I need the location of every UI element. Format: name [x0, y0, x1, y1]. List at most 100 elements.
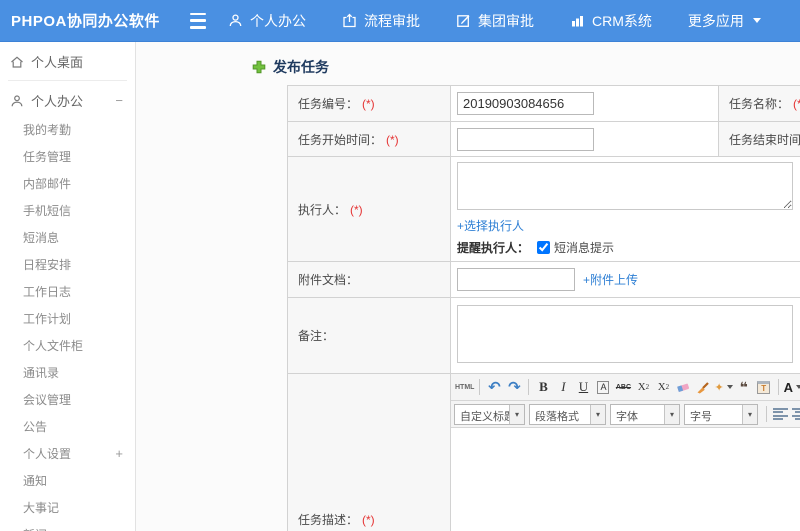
bold-button[interactable]: B	[533, 377, 553, 398]
nav-flow-approval[interactable]: 流程审批	[342, 11, 420, 31]
home-icon	[10, 55, 24, 69]
executor-input-cell: +选择执行人 提醒执行人： 短消息提示	[450, 156, 800, 262]
sidebar-item-task-management[interactable]: 任务管理	[0, 143, 135, 170]
sidebar-item-label: 工作日志	[23, 285, 72, 299]
sidebar-item-label: 会议管理	[23, 393, 72, 407]
task-name-label: 任务名称：	[729, 97, 790, 111]
caret-down-icon: ▾	[590, 404, 605, 424]
underline-button[interactable]: U	[573, 377, 593, 398]
sidebar-item-label: 新闻	[23, 526, 123, 531]
sidebar-item-personal-desktop[interactable]: 个人桌面	[0, 46, 135, 77]
font-color-button[interactable]: A	[783, 377, 800, 398]
nav-personal-office[interactable]: 个人办公	[228, 11, 306, 31]
sidebar: 个人桌面 个人办公 − 我的考勤 任务管理 内部邮件 手机短信 短消息 日程安排…	[0, 42, 136, 531]
sms-remind-checkbox[interactable]	[537, 241, 551, 254]
blockquote-button[interactable]: ❝	[734, 377, 754, 398]
remark-label: 备注：	[298, 329, 335, 343]
font-size-select[interactable]: 字号 ▾	[684, 403, 758, 425]
paragraph-format-select[interactable]: 段落格式 ▾	[529, 403, 606, 425]
executor-textarea[interactable]	[457, 162, 793, 210]
editor-content-area[interactable]	[451, 428, 800, 531]
attachment-input[interactable]	[457, 268, 575, 291]
sidebar-item-internal-mail[interactable]: 内部邮件	[0, 170, 135, 197]
sidebar-item-label: 短消息	[23, 231, 60, 245]
publish-task-form: 任务编号：(*) 任务名称：(*) 任务开始时间：(*)	[287, 85, 800, 531]
attachment-upload-link[interactable]: +附件上传	[583, 271, 638, 288]
clean-format-brush-icon[interactable]	[693, 377, 713, 398]
sidebar-item-announcement[interactable]: 公告	[0, 413, 135, 440]
sidebar-item-schedule[interactable]: 日程安排	[0, 251, 135, 278]
nav-more-apps[interactable]: 更多应用	[688, 11, 761, 31]
toolbar-separator	[528, 379, 530, 395]
sidebar-item-mobile-sms[interactable]: 手机短信	[0, 197, 135, 224]
sidebar-item-label: 手机短信	[23, 204, 72, 218]
collapse-icon[interactable]: −	[115, 93, 123, 108]
strikethrough-button[interactable]: ABC	[613, 377, 633, 398]
page-title: 发布任务	[252, 57, 329, 77]
content-area: 发布任务 任务编号：(*) 任务名称：(*)	[136, 42, 800, 531]
sidebar-item-personal-files[interactable]: 个人文件柜	[0, 332, 135, 359]
toolbar-separator	[479, 379, 481, 395]
sidebar-item-short-message[interactable]: 短消息	[0, 224, 135, 251]
top-navigation: 个人办公 流程审批 集团审批 CRM系统 更多应用	[228, 11, 761, 31]
auto-format-wand-icon[interactable]: ✦	[713, 377, 733, 398]
superscript-button[interactable]: X2	[633, 377, 653, 398]
paste-as-text-icon[interactable]: T	[754, 377, 774, 398]
description-label-cell: 任务描述： (*)	[287, 373, 451, 531]
remark-label-cell: 备注：	[287, 297, 451, 374]
redo-icon[interactable]: ↷	[504, 377, 524, 398]
sidebar-item-personal-office[interactable]: 个人办公 −	[0, 85, 135, 116]
sidebar-item-label: 个人办公	[31, 94, 84, 109]
sidebar-item-work-plan[interactable]: 工作计划	[0, 305, 135, 332]
nav-label: 个人办公	[250, 12, 306, 29]
description-label: 任务描述：	[298, 512, 359, 527]
boxed-a-icon: A	[597, 380, 610, 394]
task-name-label-cell: 任务名称：(*)	[718, 85, 800, 122]
sidebar-item-work-log[interactable]: 工作日志	[0, 278, 135, 305]
sidebar-item-big-events[interactable]: 大事记	[0, 494, 135, 521]
nav-label: 流程审批	[364, 12, 420, 29]
custom-title-select[interactable]: 自定义标题▾	[454, 403, 525, 425]
editor-toolbar-row1: HTML ↶ ↷ B I U A ABC X2 X 2 ✦ ❝ T A	[451, 374, 800, 401]
remark-textarea[interactable]	[457, 305, 793, 363]
html-source-button[interactable]: HTML	[454, 377, 475, 398]
align-center-icon[interactable]	[792, 408, 800, 420]
form-row-executor: 执行人： (*) +选择执行人 提醒执行人： 短消息提示	[287, 156, 800, 262]
font-family-select[interactable]: 字体 ▾	[610, 403, 680, 425]
nav-group-approval[interactable]: 集团审批	[456, 11, 534, 31]
sidebar-item-label: 个人文件柜	[23, 339, 84, 353]
eraser-icon[interactable]	[673, 377, 693, 398]
start-time-input[interactable]	[457, 127, 594, 151]
task-number-input-cell	[450, 85, 719, 122]
start-time-input-cell	[450, 121, 719, 157]
choose-executor-link[interactable]: +选择执行人	[457, 217, 524, 234]
remind-executor-label: 提醒执行人：	[457, 241, 530, 255]
sidebar-item-notice[interactable]: 通知	[0, 467, 135, 494]
expand-icon[interactable]: +	[115, 446, 123, 461]
sidebar-item-personal-settings[interactable]: 个人设置 +	[0, 440, 135, 467]
required-mark: (*)	[350, 202, 363, 217]
caret-down-icon	[726, 385, 733, 389]
menu-toggle-icon[interactable]	[190, 12, 210, 29]
char-border-button[interactable]: A	[593, 377, 613, 398]
form-row-time: 任务开始时间：(*) 任务结束时间：(*)	[287, 121, 800, 157]
topbar: PHPOA协同办公软件 个人办公 流程审批 集团审批 CRM系统 更多应用	[0, 0, 800, 42]
end-time-label-cell: 任务结束时间：(*)	[718, 121, 800, 157]
undo-icon[interactable]: ↶	[484, 377, 504, 398]
align-left-icon[interactable]	[773, 408, 788, 420]
task-number-input[interactable]	[457, 92, 594, 115]
nav-label: 集团审批	[478, 12, 534, 29]
sidebar-item-label: 工作计划	[23, 312, 72, 326]
end-time-label: 任务结束时间：	[729, 132, 800, 147]
italic-button[interactable]: I	[553, 377, 573, 398]
subscript-button[interactable]: X2	[653, 377, 673, 398]
nav-label: CRM系统	[592, 12, 652, 29]
sidebar-item-contacts[interactable]: 通讯录	[0, 359, 135, 386]
sidebar-item-news[interactable]: 新闻	[0, 521, 135, 531]
sidebar-item-meeting-management[interactable]: 会议管理	[0, 386, 135, 413]
sidebar-divider	[8, 80, 127, 81]
required-mark: (*)	[362, 512, 375, 527]
sidebar-item-my-attendance[interactable]: 我的考勤	[0, 116, 135, 143]
nav-crm-system[interactable]: CRM系统	[570, 11, 652, 31]
sidebar-item-label: 内部邮件	[23, 177, 72, 191]
